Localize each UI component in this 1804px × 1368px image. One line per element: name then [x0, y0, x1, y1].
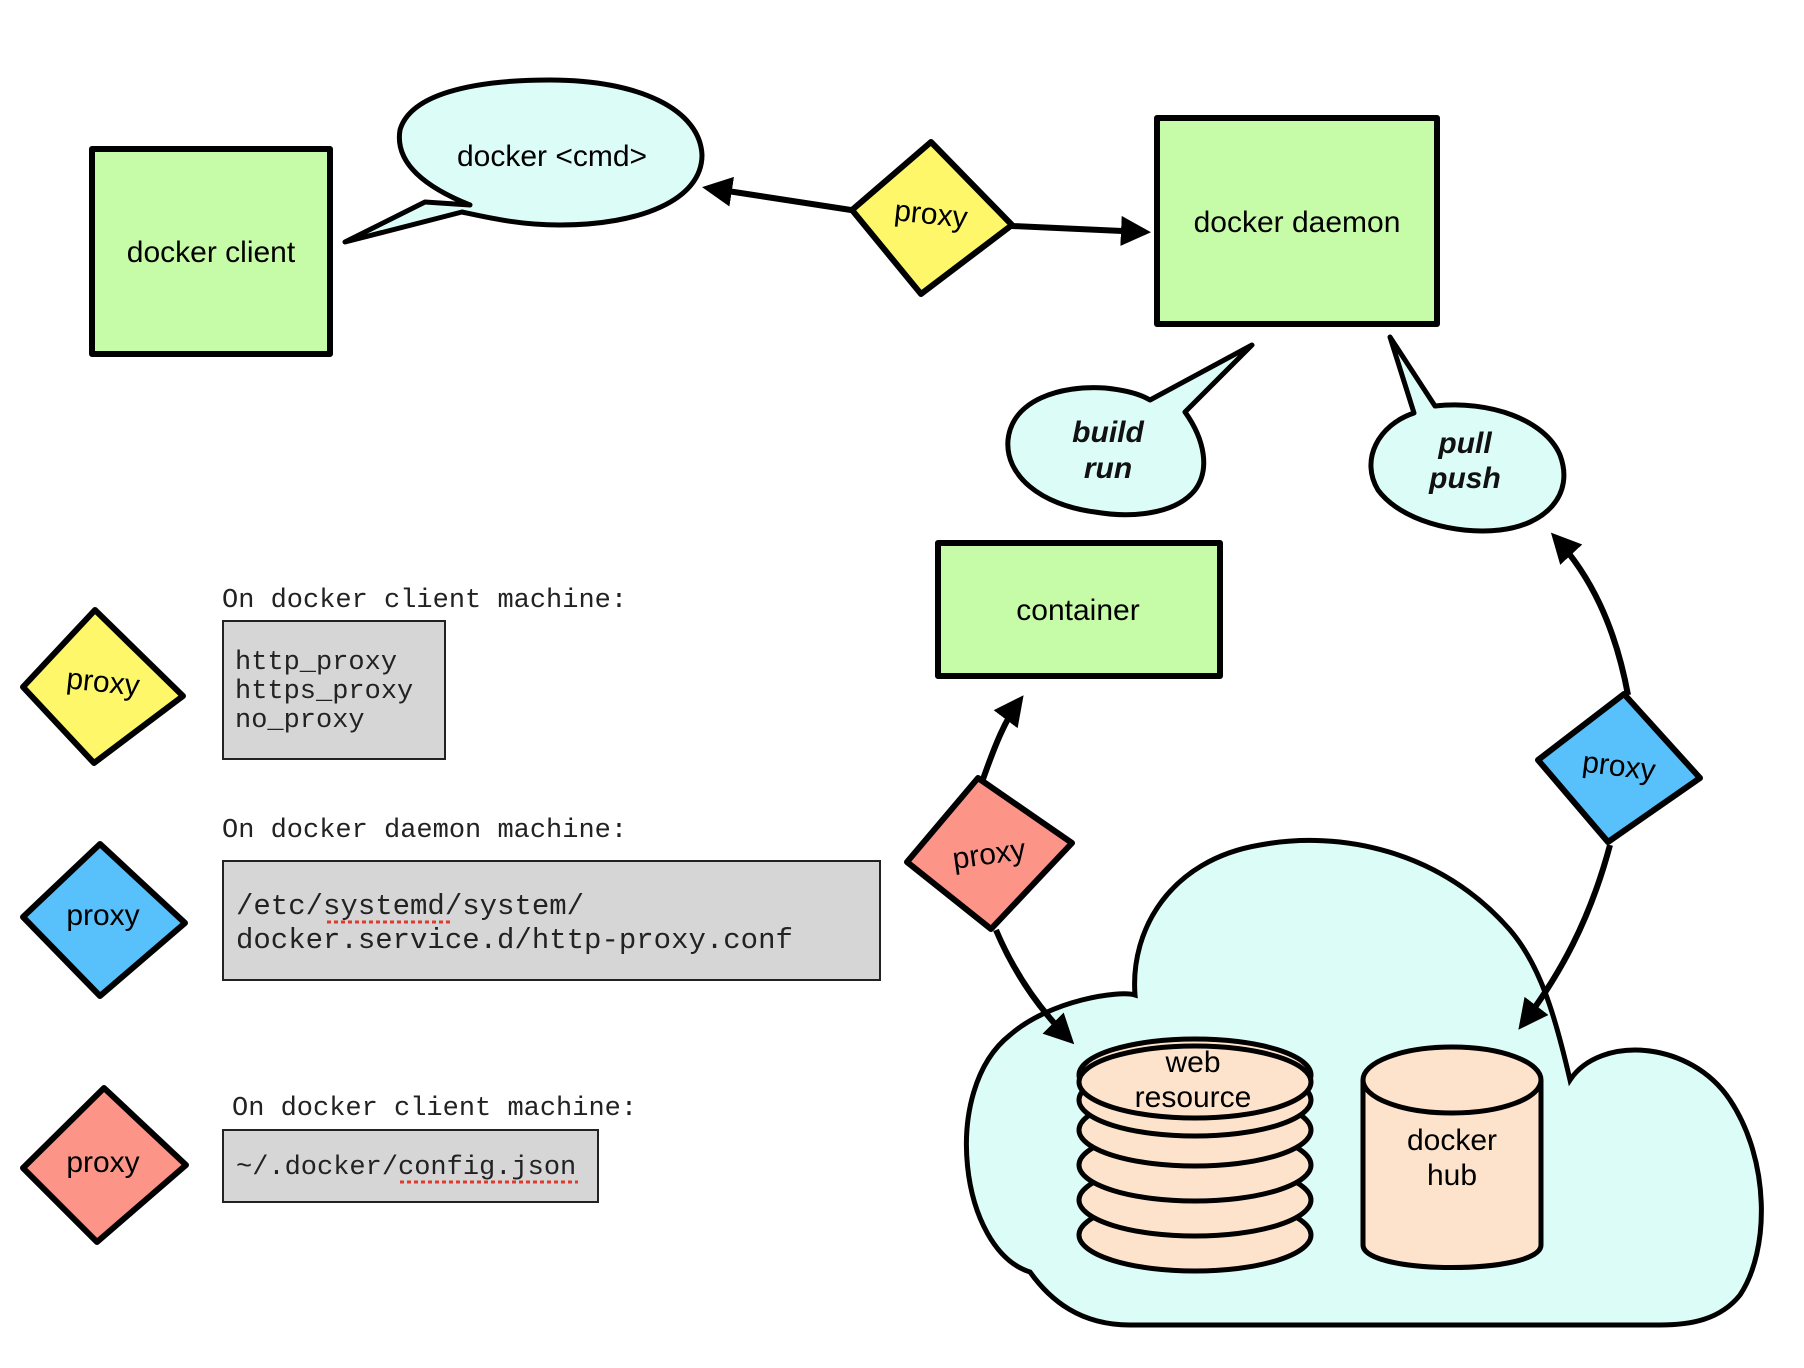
proxy-label: proxy: [66, 1146, 139, 1179]
code-line: https_proxy: [235, 677, 413, 707]
docker-proxy-diagram: docker client docker <cmd> proxy docker …: [20, 77, 1764, 1328]
build-run-bubble: build run: [1005, 342, 1255, 518]
pull-label: pull: [1437, 427, 1492, 460]
web-resource-label-1: web: [1164, 1046, 1220, 1079]
build-label: build: [1072, 416, 1144, 449]
container-box: container: [935, 540, 1223, 679]
legend-code-box-env-vars: http_proxy https_proxy no_proxy: [222, 620, 446, 760]
docker-client-label: docker client: [127, 236, 296, 269]
code-line: ~/.docker/config.json: [236, 1153, 576, 1183]
legend-proxy-yellow: proxy: [20, 607, 186, 766]
docker-cmd-bubble: docker <cmd>: [342, 77, 705, 245]
legend-code-box-systemd: /etc/systemd/system/ docker.service.d/ht…: [222, 860, 881, 981]
code-line: /etc/systemd/system/: [236, 890, 584, 923]
proxy-label: proxy: [66, 899, 139, 932]
docker-hub-label-2: hub: [1427, 1159, 1477, 1192]
legend-code-box-config: ~/.docker/config.json: [222, 1129, 599, 1203]
web-resource-label-2: resource: [1135, 1081, 1252, 1114]
pull-push-bubble: pull push: [1368, 334, 1567, 534]
docker-client-box: docker client: [89, 146, 333, 357]
code-line: no_proxy: [235, 706, 365, 736]
docker-hub-database: docker hub: [1360, 1044, 1544, 1270]
arrow-proxy-to-daemon: [1011, 215, 1151, 246]
arrow-redproxy-to-container: [979, 695, 1024, 783]
legend-heading-daemon: On docker daemon machine:: [222, 816, 627, 846]
code-line: docker.service.d/http-proxy.conf: [236, 924, 793, 957]
arrow-blueproxy-to-pullpush: [1550, 532, 1631, 696]
proxy-diamond-blue: proxy: [1535, 691, 1703, 845]
container-label: container: [1016, 594, 1139, 627]
legend-proxy-blue: proxy: [20, 841, 188, 999]
docker-hub-label-1: docker: [1407, 1124, 1497, 1157]
proxy-diamond-yellow: proxy: [849, 139, 1015, 297]
arrow-proxy-to-cmd: [702, 176, 852, 213]
push-label: push: [1428, 462, 1501, 495]
run-label: run: [1084, 452, 1132, 485]
legend-heading-client-config: On docker client machine:: [232, 1094, 637, 1124]
legend-proxy-red: proxy: [20, 1085, 189, 1245]
legend-heading-client: On docker client machine:: [222, 586, 627, 616]
docker-daemon-box: docker daemon: [1154, 115, 1440, 327]
docker-cmd-label: docker <cmd>: [457, 140, 647, 173]
code-line: http_proxy: [235, 648, 397, 678]
proxy-diamond-red: proxy: [904, 775, 1075, 932]
docker-daemon-label: docker daemon: [1194, 206, 1401, 239]
